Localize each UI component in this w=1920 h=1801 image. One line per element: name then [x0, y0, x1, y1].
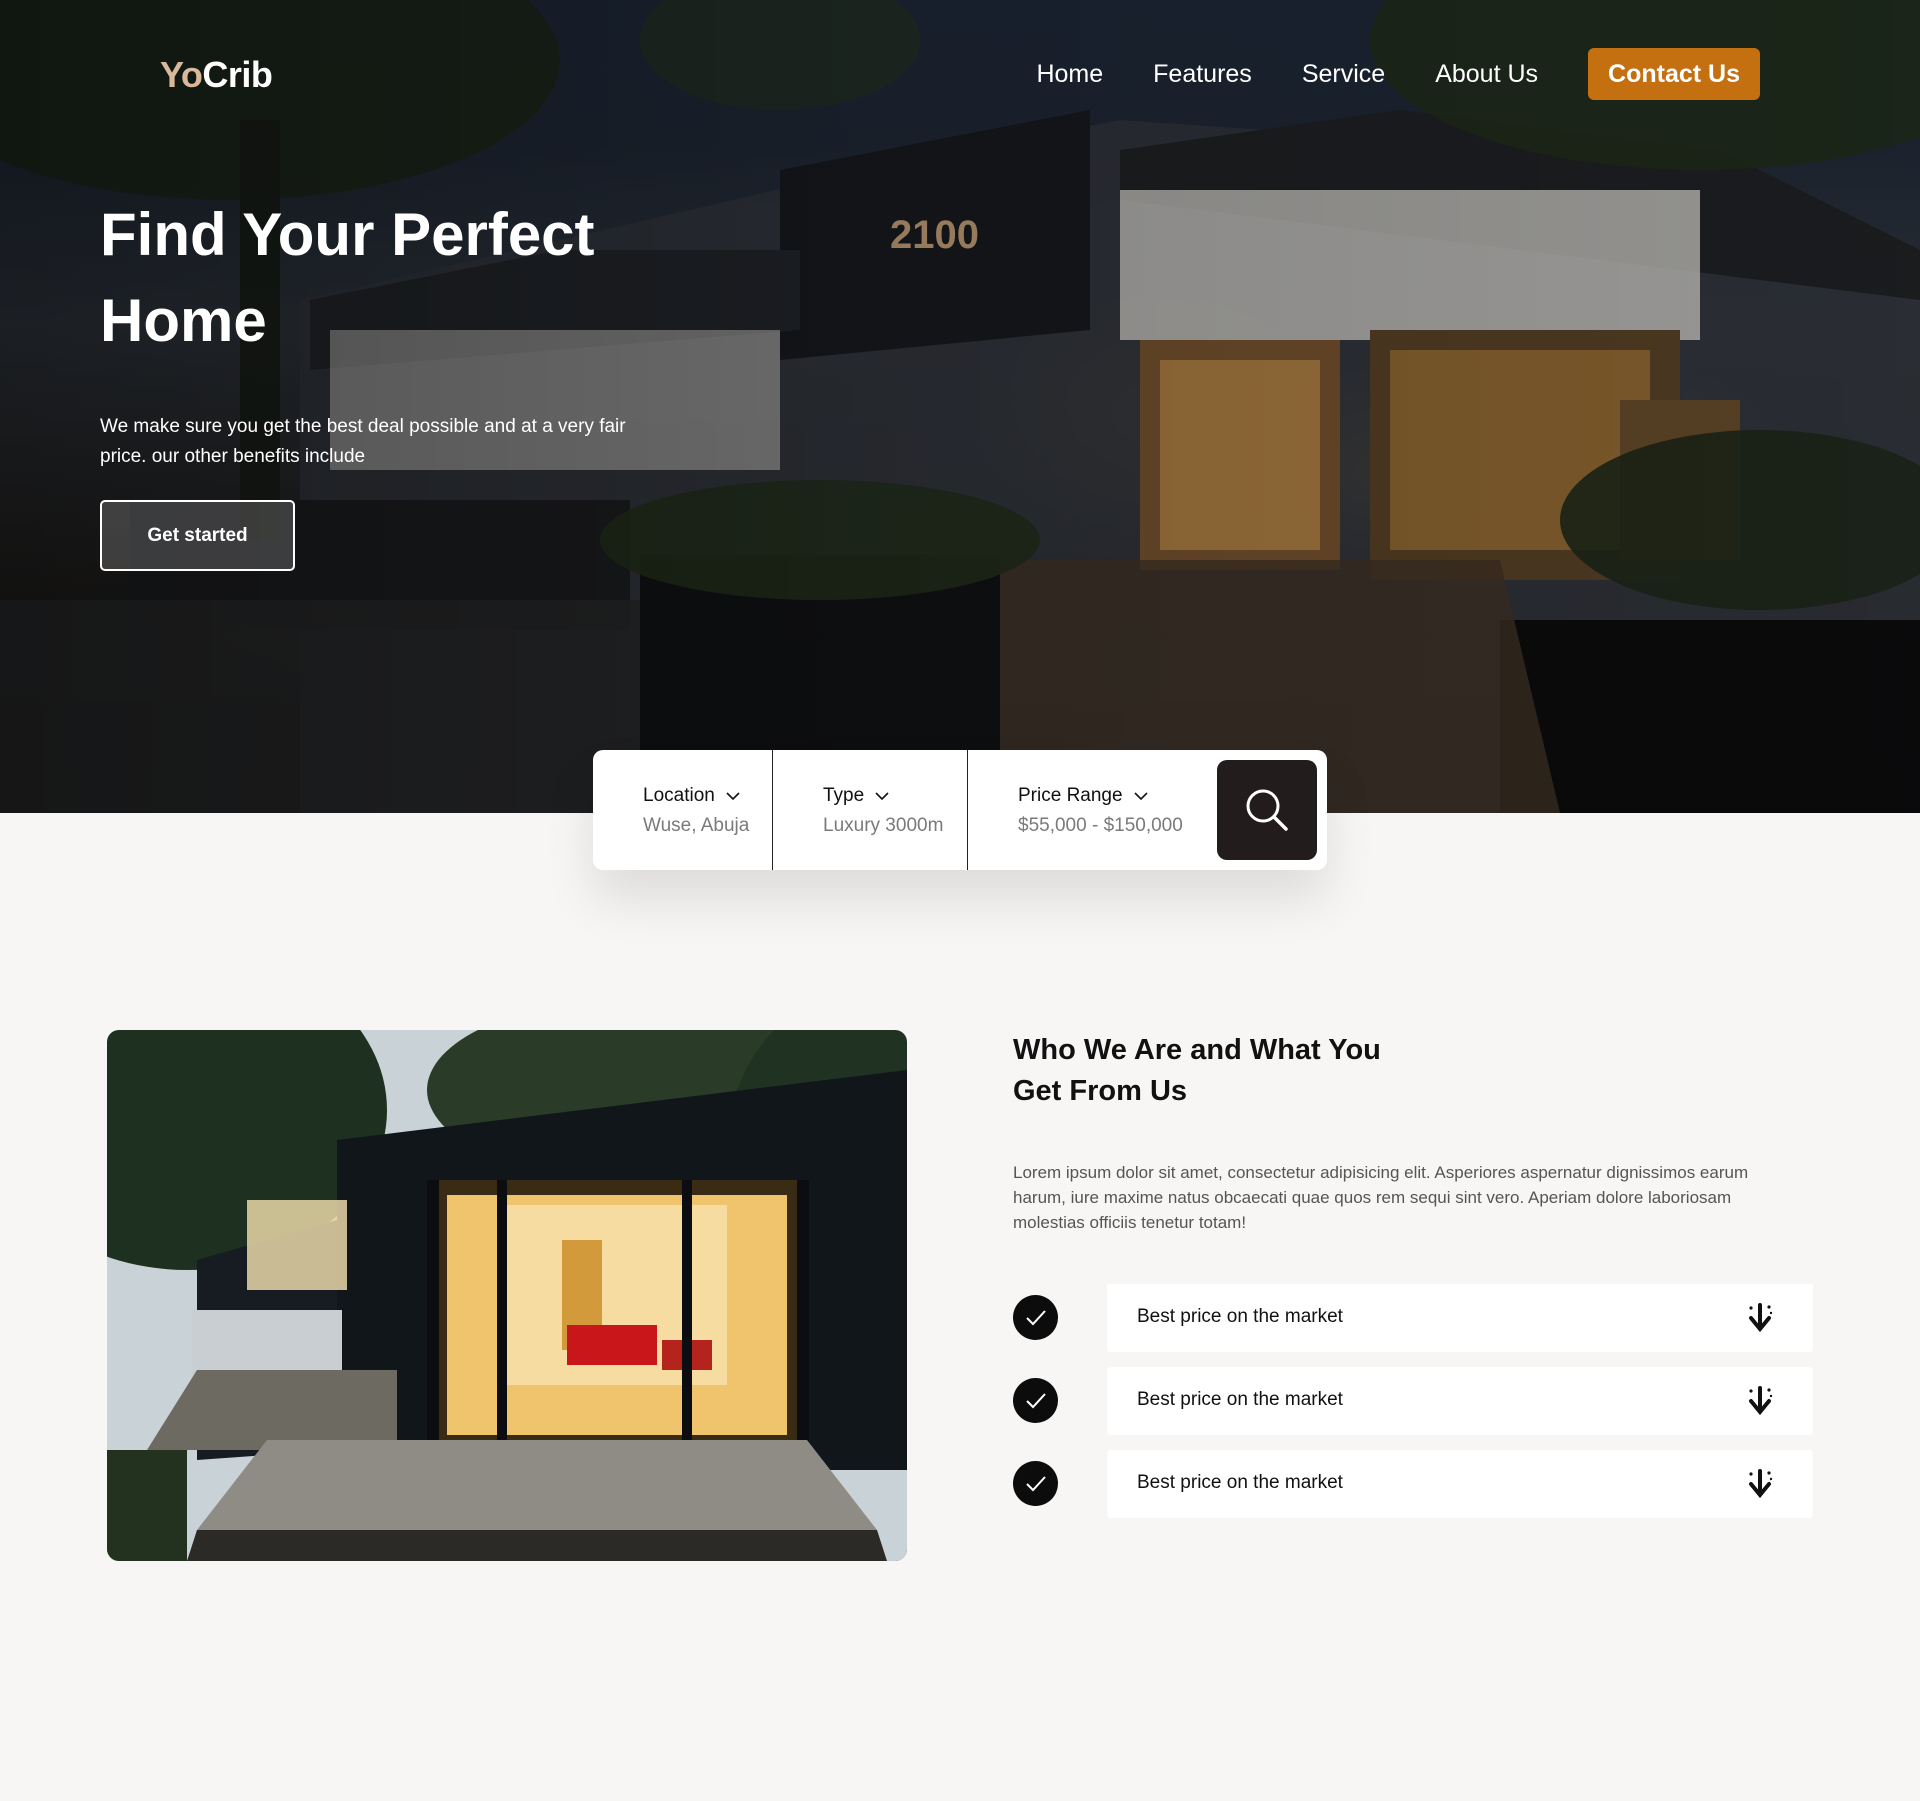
benefit-item: Best price on the market [1013, 1284, 1813, 1352]
down-arrow-icon [1749, 1386, 1773, 1416]
price-range-label: Price Range [1018, 785, 1123, 806]
contact-us-button[interactable]: Contact Us [1588, 48, 1760, 100]
down-arrow-icon [1749, 1303, 1773, 1333]
benefit-item: Best price on the market [1013, 1367, 1813, 1435]
benefit-item: Best price on the market [1013, 1450, 1813, 1518]
benefit-label: Best price on the market [1137, 1472, 1343, 1493]
type-label: Type [823, 785, 865, 806]
location-label: Location [643, 785, 715, 806]
hero-overlay [0, 0, 1920, 813]
nav-item-about-us[interactable]: About Us [1435, 46, 1538, 102]
location-value: Wuse, Abuja [643, 815, 750, 836]
benefit-card[interactable]: Best price on the market [1107, 1284, 1813, 1352]
nav-item-features[interactable]: Features [1153, 46, 1252, 102]
check-icon [1013, 1295, 1058, 1340]
hero-section: 2100 YoCrib Home Features Servic [0, 0, 1920, 813]
house-photo-image [107, 1030, 907, 1561]
benefit-card[interactable]: Best price on the market [1107, 1450, 1813, 1518]
hero-subtitle: We make sure you get the best deal possi… [100, 416, 626, 467]
property-search-bar: Location Wuse, Abuja Type Luxury 3000m P… [593, 750, 1327, 870]
about-body: Lorem ipsum dolor sit amet, consectetur … [1013, 1163, 1749, 1232]
house-photo [107, 1030, 907, 1561]
location-filter[interactable]: Location Wuse, Abuja [593, 750, 773, 870]
site-logo[interactable]: YoCrib [160, 54, 273, 96]
type-value: Luxury 3000m [823, 815, 944, 836]
chevron-down-icon [726, 792, 740, 801]
benefit-label: Best price on the market [1137, 1389, 1343, 1410]
hero-title: Find Your Perfect Home [100, 201, 595, 354]
check-icon [1013, 1378, 1058, 1423]
logo-part-yo: Yo [160, 54, 203, 95]
nav-item-service[interactable]: Service [1302, 46, 1385, 102]
down-arrow-icon [1749, 1469, 1773, 1499]
benefit-card[interactable]: Best price on the market [1107, 1367, 1813, 1435]
price-range-value: $55,000 - $150,000 [1018, 815, 1183, 836]
chevron-down-icon [1133, 792, 1148, 801]
about-title: Who We Are and What You Get From Us [1013, 1034, 1381, 1107]
check-icon [1013, 1461, 1058, 1506]
benefit-label: Best price on the market [1137, 1306, 1343, 1327]
search-icon [1246, 789, 1288, 831]
logo-part-crib: Crib [202, 54, 273, 95]
main-nav: Home Features Service About Us Contact U… [1036, 46, 1760, 102]
search-button[interactable] [1217, 760, 1317, 860]
get-started-button[interactable]: Get started [100, 500, 295, 571]
chevron-down-icon [875, 792, 889, 801]
type-filter[interactable]: Type Luxury 3000m [773, 750, 968, 870]
price-range-filter[interactable]: Price Range $55,000 - $150,000 [968, 750, 1218, 870]
nav-item-home[interactable]: Home [1036, 46, 1103, 102]
